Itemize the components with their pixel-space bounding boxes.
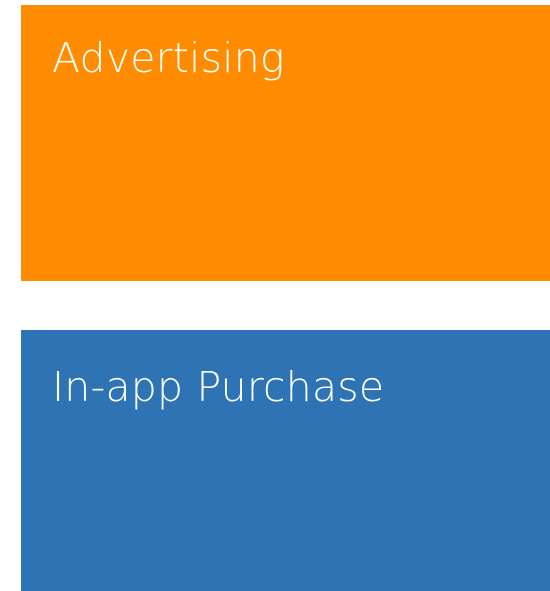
in-app-purchase-tile[interactable]: In-app Purchase	[21, 330, 550, 591]
advertising-tile[interactable]: Advertising	[21, 5, 550, 281]
in-app-purchase-tile-label: In-app Purchase	[52, 363, 385, 411]
advertising-tile-label: Advertising	[52, 34, 285, 82]
